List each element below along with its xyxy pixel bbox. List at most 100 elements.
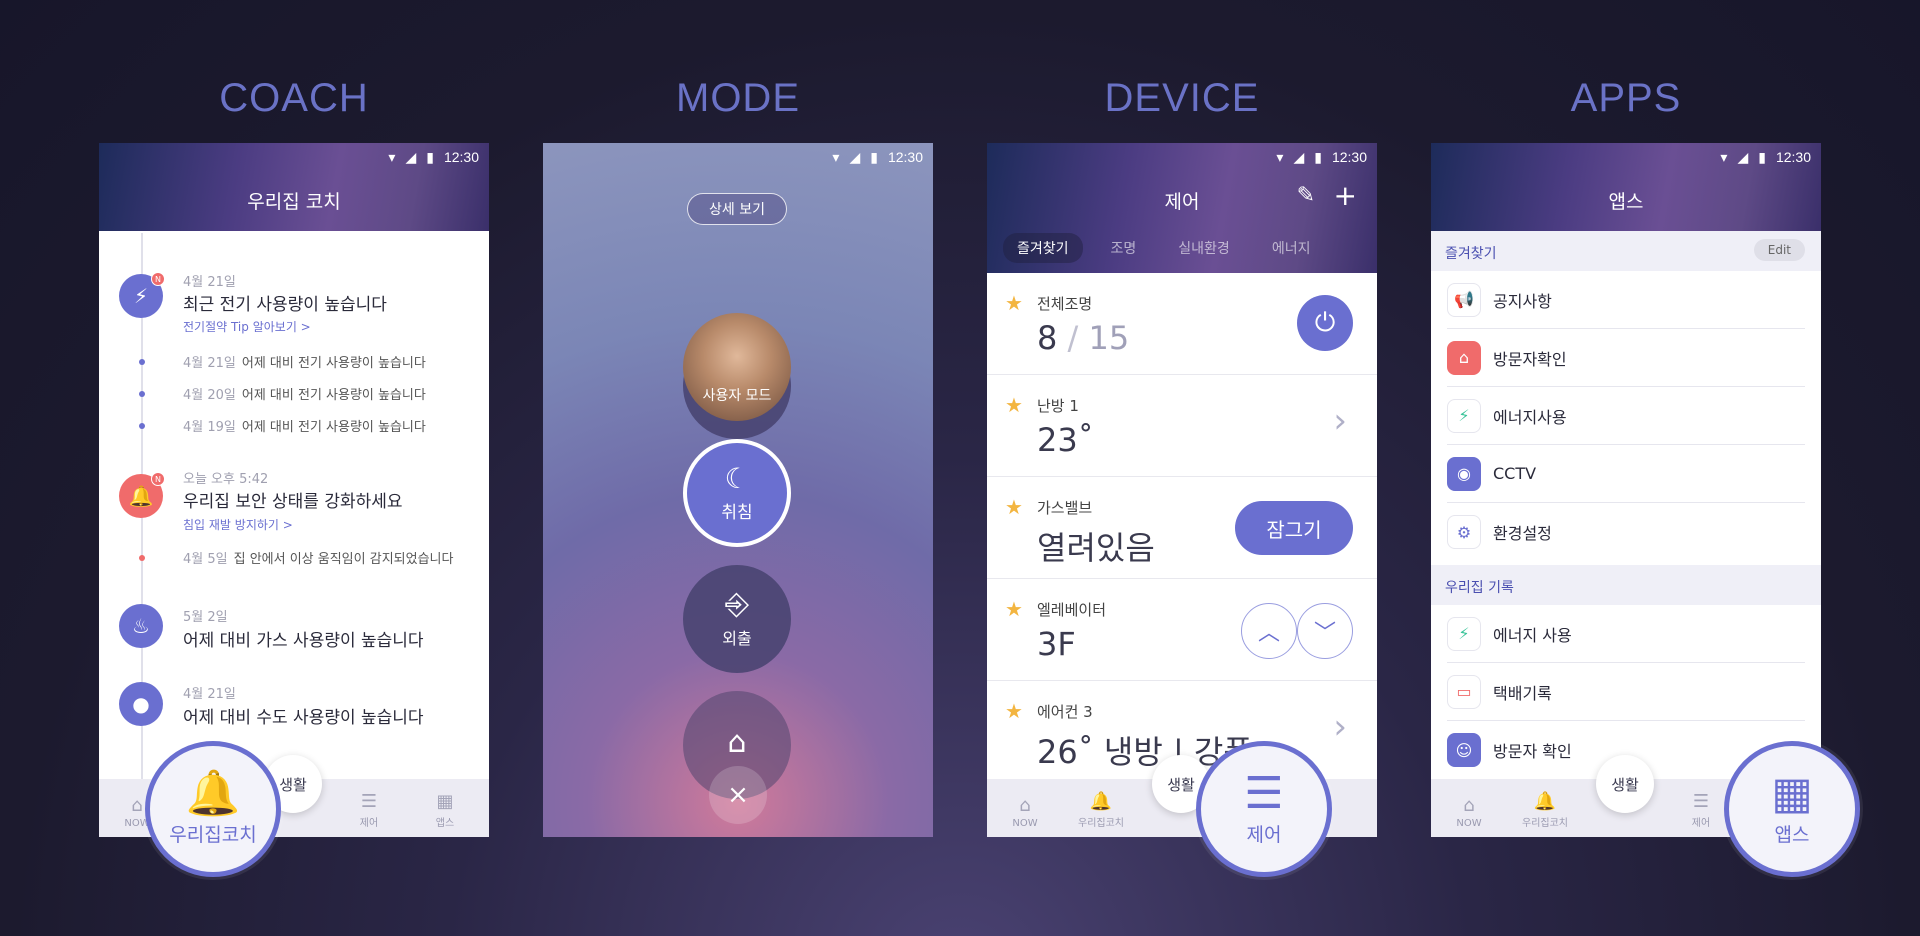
phone-coach: ▾ ◢ ▮ 12:30 우리집 코치 ⚡ N 4월 21일 최근 전기 사용량이 높습니… bbox=[99, 143, 489, 837]
elevator-down-button[interactable]: ﹀ bbox=[1297, 603, 1353, 659]
power-icon: ⏻ bbox=[1314, 307, 1336, 338]
page-title: 우리집 코치 bbox=[247, 191, 341, 213]
tab-control[interactable]: ☰ 제어 bbox=[339, 791, 399, 829]
tab-apps-highlight[interactable]: ▦ 앱스 bbox=[1724, 741, 1860, 877]
tab-control-highlight[interactable]: ☰ 제어 bbox=[1196, 741, 1332, 877]
list-item[interactable]: 📢 공지사항 bbox=[1447, 271, 1805, 329]
wifi-icon: ▾ bbox=[832, 148, 840, 165]
device-row[interactable]: ★ 엘레베이터 3F ︿ ﹀ bbox=[987, 579, 1377, 681]
section-title-mode: MODE bbox=[676, 76, 800, 120]
moon-icon: ☾ bbox=[724, 461, 750, 495]
lock-button[interactable]: 잠그기 bbox=[1235, 501, 1353, 555]
device-row[interactable]: ★ 가스밸브 열려있음 잠그기 bbox=[987, 477, 1377, 579]
phone-apps: ▾ ◢ ▮ 12:30 앱스 즐겨찾기 Edit 📢 공지사항 ⌂ 방문자확인 ⚡ 에너지사용… bbox=[1431, 143, 1821, 837]
sliders-icon: ☰ bbox=[360, 791, 378, 812]
chevron-right-icon[interactable]: › bbox=[1333, 707, 1347, 747]
tab-coach[interactable]: 🔔 우리집코치 bbox=[1071, 791, 1131, 829]
new-badge: N bbox=[151, 272, 165, 286]
page-title: 제어 bbox=[1164, 191, 1200, 213]
grid-icon: ▦ bbox=[436, 791, 454, 812]
megaphone-icon: 📢 bbox=[1447, 282, 1481, 317]
power-button[interactable]: ⏻ bbox=[1297, 295, 1353, 351]
flame-icon: ♨ bbox=[119, 604, 163, 648]
device-tabs: 즐겨찾기 조명 실내환경 에너지 bbox=[1003, 233, 1324, 263]
status-bar: ▾ ◢ ▮ 12:30 bbox=[1431, 143, 1821, 171]
entry-date: 4월 21일 bbox=[183, 275, 236, 290]
tab-control[interactable]: ☰ 제어 bbox=[1671, 791, 1731, 829]
energy-icon: ⚡ bbox=[1447, 616, 1481, 651]
sliders-icon: ☰ bbox=[1244, 767, 1284, 819]
bell-icon: 🔔 bbox=[1089, 791, 1113, 812]
lightning-icon: ⚡ N bbox=[119, 272, 165, 318]
detail-view-button[interactable]: 상세 보기 bbox=[687, 193, 787, 225]
bell-icon: 🔔 bbox=[1533, 791, 1557, 812]
list-item[interactable]: ▭ 택배기록 bbox=[1447, 663, 1805, 721]
list-item[interactable]: ⚡ 에너지사용 bbox=[1447, 387, 1805, 445]
gear-icon: ⚙ bbox=[1447, 515, 1481, 549]
mode-away-button[interactable]: ⎆ 외출 bbox=[683, 565, 791, 673]
battery-icon: ▮ bbox=[1758, 148, 1766, 165]
tab-energy[interactable]: 에너지 bbox=[1258, 233, 1325, 263]
edit-icon[interactable]: ✎ bbox=[1297, 183, 1315, 208]
tab-indoor[interactable]: 실내환경 bbox=[1164, 233, 1244, 263]
add-icon[interactable]: + bbox=[1334, 179, 1357, 212]
battery-icon: ▮ bbox=[426, 148, 434, 165]
close-button[interactable]: × bbox=[709, 766, 767, 824]
wifi-icon: ▾ bbox=[1276, 148, 1284, 165]
tab-life-button[interactable]: 생활 bbox=[1596, 755, 1654, 813]
list-item[interactable]: ⚙ 환경설정 bbox=[1447, 503, 1805, 561]
signal-icon: ◢ bbox=[405, 148, 417, 165]
home-icon: ⌂ bbox=[727, 725, 747, 760]
tab-now[interactable]: ⌂ NOW bbox=[1439, 795, 1499, 829]
page-title: 앱스 bbox=[1608, 191, 1644, 213]
status-time: 12:30 bbox=[443, 149, 479, 165]
chevron-right-icon[interactable]: › bbox=[1333, 401, 1347, 441]
mode-sleep-button[interactable]: ☾ 취침 bbox=[683, 439, 791, 547]
timeline-dot bbox=[139, 391, 145, 397]
signal-icon: ◢ bbox=[1737, 148, 1749, 165]
status-time: 12:30 bbox=[887, 149, 923, 165]
close-icon: × bbox=[727, 780, 749, 810]
edit-button[interactable]: Edit bbox=[1753, 239, 1805, 261]
device-row[interactable]: ★ 난방 1 23˚ › bbox=[987, 375, 1377, 477]
tab-coach[interactable]: 🔔 우리집코치 bbox=[1515, 791, 1575, 829]
tab-lighting[interactable]: 조명 bbox=[1097, 233, 1151, 263]
new-badge: N bbox=[151, 472, 165, 486]
device-name: 난방 1 bbox=[1037, 397, 1079, 415]
phone-device: ▾ ◢ ▮ 12:30 제어 ✎ + 즐겨찾기 조명 실내환경 에너지 ★ 전체조명 … bbox=[987, 143, 1377, 837]
tab-now[interactable]: ⌂ NOW bbox=[995, 795, 1055, 829]
star-icon: ★ bbox=[1005, 495, 1023, 519]
section-title-apps: APPS bbox=[1570, 76, 1682, 120]
signal-icon: ◢ bbox=[849, 148, 861, 165]
timeline-dot bbox=[139, 555, 145, 561]
list-item: 4월 19일 어제 대비 전기 사용량이 높습니다 bbox=[183, 420, 426, 435]
star-icon: ★ bbox=[1005, 393, 1023, 417]
tab-coach-highlight[interactable]: 🔔 우리집코치 bbox=[145, 741, 281, 877]
tab-favorites[interactable]: 즐겨찾기 bbox=[1003, 233, 1083, 263]
power-tip-link[interactable]: 전기절약 Tip 알아보기 > bbox=[183, 318, 311, 335]
status-bar: ▾ ◢ ▮ 12:30 bbox=[987, 143, 1377, 171]
signal-icon: ◢ bbox=[1293, 148, 1305, 165]
battery-icon: ▮ bbox=[870, 148, 878, 165]
entry-title: 우리집 보안 상태를 강화하세요 bbox=[183, 492, 403, 512]
wifi-icon: ▾ bbox=[1720, 148, 1728, 165]
records-header: 우리집 기록 bbox=[1431, 565, 1821, 605]
list-item[interactable]: ◉ CCTV bbox=[1447, 445, 1805, 503]
parcel-icon: ▭ bbox=[1447, 674, 1481, 709]
timeline-dot bbox=[139, 359, 145, 365]
home-icon: ⌂ bbox=[1019, 795, 1031, 816]
tab-apps[interactable]: ▦ 앱스 bbox=[415, 791, 475, 829]
star-icon: ★ bbox=[1005, 597, 1023, 621]
elevator-up-button[interactable]: ︿ bbox=[1241, 603, 1297, 659]
sliders-icon: ☰ bbox=[1692, 791, 1710, 812]
list-item[interactable]: ⚡ 에너지 사용 bbox=[1447, 605, 1805, 663]
user-mode-button[interactable]: 사용자 모드 bbox=[683, 313, 791, 421]
list-item[interactable]: ⌂ 방문자확인 bbox=[1447, 329, 1805, 387]
security-link[interactable]: 침입 재발 방지하기 > bbox=[183, 516, 293, 533]
favorites-header: 즐겨찾기 Edit bbox=[1431, 231, 1821, 271]
visitor-icon: ☺ bbox=[1447, 733, 1481, 767]
device-row[interactable]: ★ 전체조명 8 / 15 ⏻ bbox=[987, 273, 1377, 375]
bell-icon: 🔔 bbox=[185, 767, 241, 819]
chevron-down-icon: ﹀ bbox=[1313, 621, 1336, 646]
water-drop-icon: ● bbox=[119, 682, 163, 726]
